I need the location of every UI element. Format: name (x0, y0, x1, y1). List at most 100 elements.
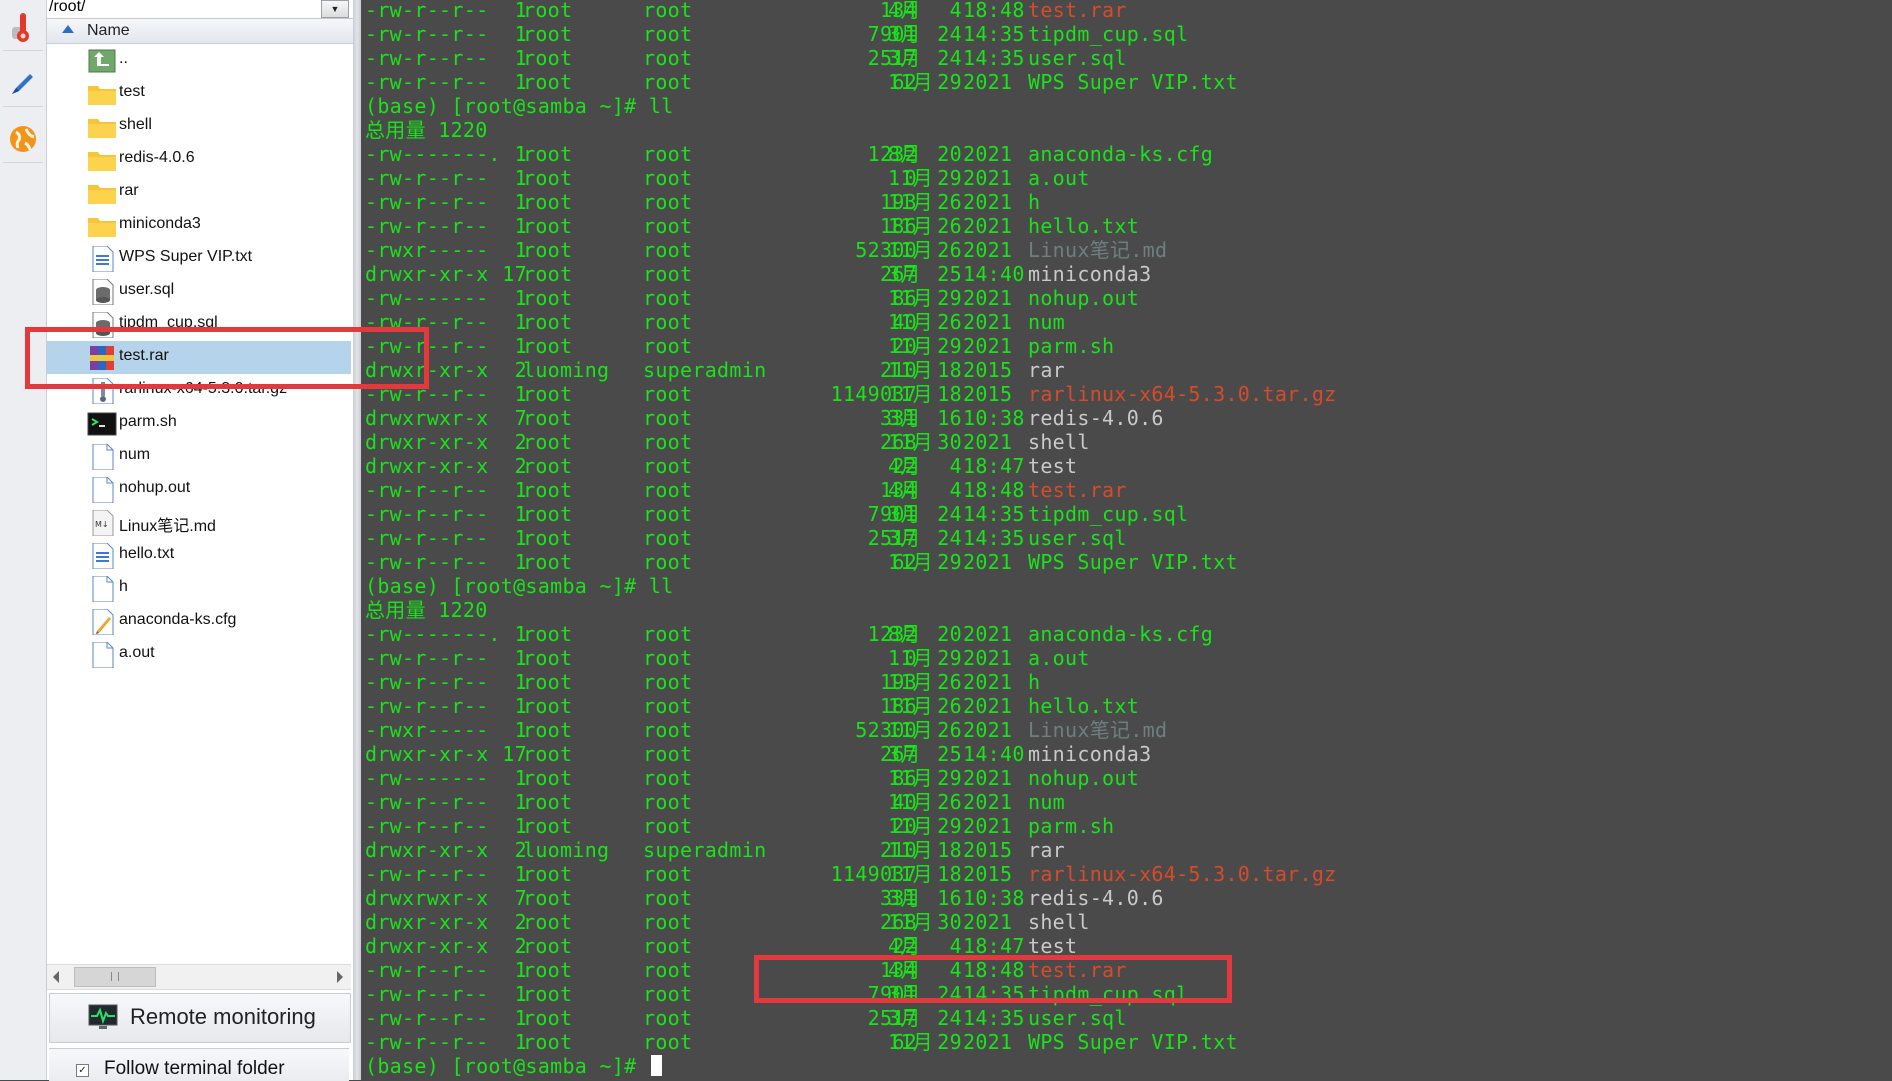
file-list-item[interactable]: parm.sh (47, 407, 351, 440)
terminal-day-cell: 4 (949, 0, 962, 22)
terminal-name-cell: miniconda3 (1028, 262, 1152, 286)
terminal-listing-row: drwxr-xr-x 2 luoming superadmin 210 11月 18 2015… (365, 358, 1865, 382)
scrollbar-thumb[interactable] (74, 967, 156, 987)
file-name-label: test (119, 83, 145, 100)
file-list-item[interactable]: tipdm_cup.sql (47, 308, 351, 341)
terminal-time-cell: 2021 (963, 718, 1013, 742)
file-list-item[interactable]: shell (47, 110, 351, 143)
path-bar: ▼ (47, 0, 353, 19)
panel-splitter[interactable] (353, 0, 361, 1080)
terminal-perm-cell: -rw-r--r-- (365, 1006, 489, 1030)
terminal-group-cell: root (643, 406, 693, 430)
terminal-name-cell: test.rar (1028, 478, 1127, 502)
terminal-listing-row: drwxr-xr-x 17 root root 267 3月 25 14:40 minicond… (365, 262, 1865, 286)
file-list-item[interactable]: hello.txt (47, 539, 351, 572)
terminal-name-cell: Linux笔记.md (1028, 718, 1168, 742)
terminal-name-cell: h (1028, 670, 1041, 694)
database-file-icon (87, 278, 117, 306)
follow-terminal-folder-checkbox[interactable]: ✓ (76, 1064, 89, 1077)
file-list-item[interactable]: user.sql (47, 275, 351, 308)
file-name-label: user.sql (119, 281, 175, 298)
terminal-day-cell: 4 (949, 958, 962, 982)
terminal-group-cell: root (643, 934, 693, 958)
terminal-name-cell: shell (1028, 430, 1090, 454)
terminal-owner-cell: root (523, 670, 573, 694)
remote-monitoring-button[interactable]: Remote monitoring (49, 993, 351, 1043)
terminal-day-cell: 18 (937, 358, 962, 382)
terminal-name-cell: h (1028, 190, 1041, 214)
terminal-time-cell: 2021 (963, 766, 1013, 790)
terminal-owner-cell: root (523, 454, 573, 478)
terminal-owner-cell: root (523, 622, 573, 646)
file-list-item[interactable]: a.out (47, 638, 351, 671)
terminal-time-cell: 14:35 (963, 46, 1025, 70)
terminal-perm-cell: -rw-r--r-- (365, 982, 489, 1006)
pen-button[interactable] (3, 60, 43, 107)
name-column-header[interactable]: Name (47, 19, 353, 44)
terminal-owner-cell: luoming (523, 838, 610, 862)
terminal-total-line: 总用量 1220 (365, 598, 488, 622)
terminal-time-cell: 14:35 (963, 502, 1025, 526)
file-list-item[interactable]: num (47, 440, 351, 473)
terminal-perm-cell: -rw-r--r-- (365, 190, 489, 214)
terminal-day-cell: 30 (937, 910, 962, 934)
terminal-output[interactable]: -rw-r--r-- 1 root root 134 4月 4 18:48 test.rar -r… (361, 0, 1892, 1080)
terminal-perm-cell: -rw-r--r-- (365, 862, 489, 886)
terminal-owner-cell: root (523, 430, 573, 454)
terminal-perm-cell: -rw-r--r-- (365, 0, 489, 22)
terminal-month-cell: 11月 (888, 1030, 933, 1054)
terminal-owner-cell: root (523, 262, 573, 286)
file-list-item[interactable]: rarlinux-x64-5.3.0.tar.gz (47, 374, 351, 407)
thermometer-button[interactable] (3, 4, 43, 51)
follow-terminal-folder-row: ✓ Follow terminal folder (49, 1048, 349, 1081)
file-list: .. test shell redis-4.0.6 rar miniconda3 WPS S… (47, 44, 353, 964)
terminal-month-cell: 11月 (888, 646, 933, 670)
terminal-name-cell: parm.sh (1028, 814, 1115, 838)
file-list-item[interactable]: nohup.out (47, 473, 351, 506)
file-list-item[interactable]: .. (47, 44, 351, 77)
file-list-item[interactable]: h (47, 572, 351, 605)
terminal-time-cell: 14:35 (963, 982, 1025, 1006)
path-dropdown-button[interactable]: ▼ (321, 0, 349, 18)
terminal-owner-cell: root (523, 910, 573, 934)
terminal-name-cell: a.out (1028, 166, 1090, 190)
blank-file-icon (87, 575, 117, 603)
file-list-item[interactable]: test (47, 77, 351, 110)
globe-button[interactable] (3, 116, 43, 163)
terminal-name-cell: num (1028, 310, 1066, 334)
folder-icon (87, 81, 117, 107)
terminal-listing-row: -rw-r--r-- 1 root root 134 4月 4 18:48 test.rar (365, 478, 1865, 502)
terminal-name-cell: tipdm_cup.sql (1028, 982, 1189, 1006)
terminal-name-cell: hello.txt (1028, 694, 1140, 718)
terminal-name-cell: tipdm_cup.sql (1028, 22, 1189, 46)
terminal-month-cell: 11月 (888, 286, 933, 310)
terminal-listing-row: -rw-r--r-- 1 root root 2517 3月 24 14:35 user.sql (365, 526, 1865, 550)
terminal-listing-row: drwxr-xr-x 2 luoming superadmin 210 11月 18 2015… (365, 838, 1865, 862)
terminal-owner-cell: root (523, 742, 573, 766)
file-list-item[interactable]: M↓ Linux笔记.md (47, 506, 351, 539)
file-list-item[interactable]: WPS Super VIP.txt (47, 242, 351, 275)
terminal-group-cell: root (643, 718, 693, 742)
scroll-right-icon[interactable] (337, 971, 343, 983)
terminal-perm-cell: drwxrwxr-x (365, 406, 489, 430)
terminal-day-cell: 26 (937, 790, 962, 814)
follow-terminal-folder-label[interactable]: Follow terminal folder (104, 1058, 285, 1080)
file-list-item[interactable]: miniconda3 (47, 209, 351, 242)
scroll-left-icon[interactable] (53, 971, 59, 983)
horizontal-scrollbar[interactable] (47, 964, 351, 990)
path-input[interactable] (49, 0, 319, 16)
terminal-month-cell: 11月 (888, 70, 933, 94)
terminal-time-cell: 2021 (963, 166, 1013, 190)
file-list-item[interactable]: redis-4.0.6 (47, 143, 351, 176)
terminal-perm-cell: -rw-r--r-- (365, 670, 489, 694)
file-list-item[interactable]: anaconda-ks.cfg (47, 605, 351, 638)
terminal-command: ll (648, 574, 674, 598)
terminal-day-cell: 26 (937, 310, 962, 334)
terminal-day-cell: 20 (937, 622, 962, 646)
file-list-item[interactable]: rar (47, 176, 351, 209)
terminal-time-cell: 2021 (963, 214, 1013, 238)
terminal-day-cell: 29 (937, 334, 962, 358)
terminal-time-cell: 18:48 (963, 0, 1025, 22)
file-list-item[interactable]: test.rar (47, 341, 351, 374)
terminal-month-cell: 11月 (888, 550, 933, 574)
